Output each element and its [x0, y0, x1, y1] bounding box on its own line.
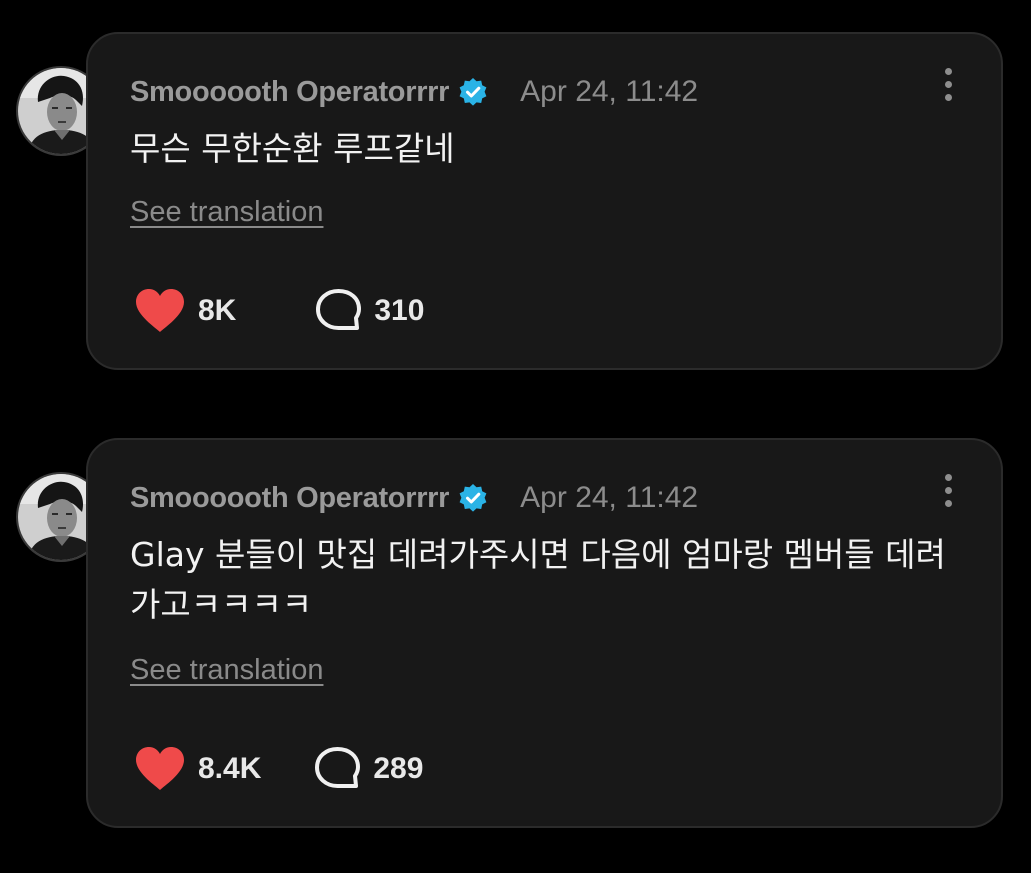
comment-card: Smoooooth Operatorrrr Apr 24, 11:42 무슨 무…: [86, 32, 1003, 370]
comment-count: 289: [373, 752, 424, 785]
see-translation-link[interactable]: See translation: [130, 196, 323, 229]
author-name[interactable]: Smoooooth Operatorrrr: [130, 482, 449, 515]
verified-badge-icon: [459, 78, 487, 106]
comment-bubble-icon: [316, 289, 362, 330]
comment-text: 무슨 무한순환 루프같네: [130, 129, 455, 168]
timestamp: Apr 24, 11:42: [520, 481, 699, 514]
comment-bubble-icon: [315, 747, 361, 788]
like-button[interactable]: 8K: [134, 288, 236, 334]
comment-header: Smoooooth Operatorrrr Apr 24, 11:42: [130, 72, 698, 112]
heart-icon: [136, 747, 184, 790]
comment-actions: 8.4K 289: [134, 744, 423, 794]
reply-button[interactable]: 289: [313, 746, 423, 792]
timestamp: Apr 24, 11:42: [520, 75, 699, 108]
like-count: 8K: [198, 294, 237, 327]
more-options-icon[interactable]: [941, 474, 955, 514]
author-name[interactable]: Smoooooth Operatorrrr: [130, 76, 449, 109]
reply-button[interactable]: 310: [314, 288, 424, 334]
like-count: 8.4K: [198, 752, 262, 785]
comment-header: Smoooooth Operatorrrr Apr 24, 11:42: [130, 478, 698, 518]
comment-card: Smoooooth Operatorrrr Apr 24, 11:42 Glay…: [86, 438, 1003, 828]
heart-icon: [136, 289, 184, 332]
see-translation-link[interactable]: See translation: [130, 654, 323, 687]
verified-badge-icon: [459, 484, 487, 512]
comment-text: Glay 분들이 맛집 데려가주시면 다음에 엄마랑 멤버들 데려가고ㅋㅋㅋㅋ: [130, 535, 946, 624]
more-options-icon[interactable]: [941, 68, 955, 108]
comment-count: 310: [374, 294, 425, 327]
like-button[interactable]: 8.4K: [134, 746, 261, 792]
comment-actions: 8K 310: [134, 286, 424, 336]
